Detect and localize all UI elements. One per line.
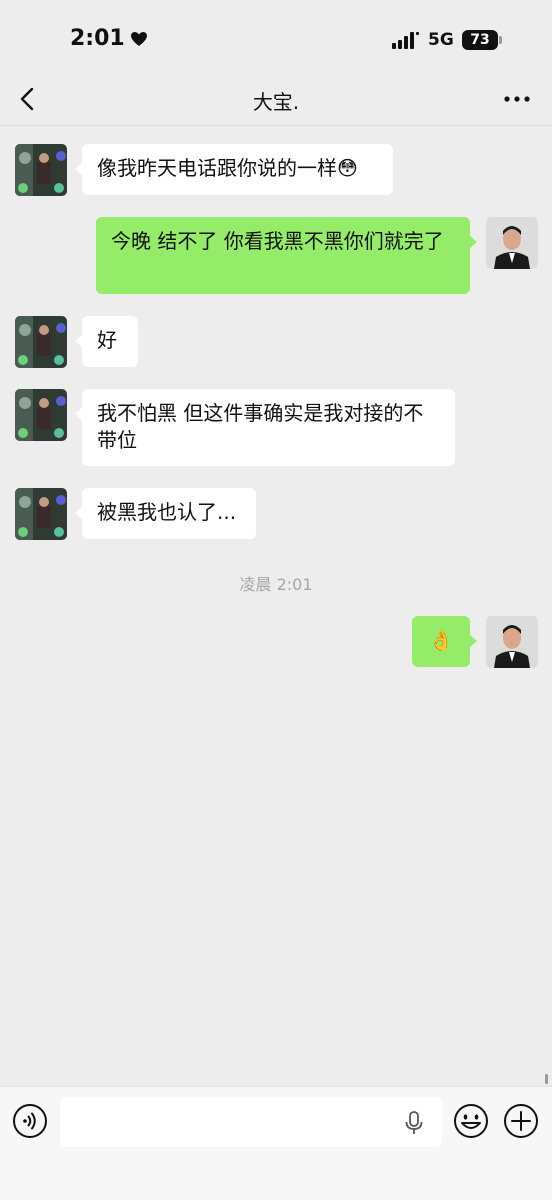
network-type-label: 5G: [428, 30, 454, 50]
my-avatar-image: [486, 616, 538, 668]
message-bubble-incoming[interactable]: 好: [75, 316, 138, 367]
emoji-icon[interactable]: [453, 1103, 489, 1139]
battery-level: 73: [470, 32, 490, 48]
heart-icon: [130, 31, 147, 46]
chat-screen: 2:01 5G 73 大宝. 像我昨天电话跟你说的一样😳 今晚 结不了 你看我黑…: [0, 0, 552, 1200]
contact-avatar-image: [15, 144, 67, 196]
message-bubble-outgoing[interactable]: 👌: [412, 616, 477, 667]
message-bubble-outgoing[interactable]: 今晚 结不了 你看我黑不黑你们就完了: [96, 217, 477, 294]
contact-avatar[interactable]: [15, 144, 67, 196]
message-timestamp: 凌晨 2:01: [239, 575, 313, 594]
scroll-indicator[interactable]: [545, 1074, 548, 1084]
contact-avatar[interactable]: [15, 316, 67, 368]
cellular-signal-icon: [392, 32, 419, 49]
contact-avatar-image: [15, 389, 67, 441]
chat-title: 大宝.: [252, 90, 300, 114]
contact-avatar[interactable]: [15, 488, 67, 540]
voice-icon[interactable]: [12, 1103, 48, 1139]
status-time: 2:01: [70, 26, 148, 51]
nav-bar: 大宝.: [0, 80, 552, 126]
battery-nub: [499, 36, 502, 44]
message-bubble-incoming[interactable]: 被黑我也认了...: [75, 488, 256, 539]
message-input[interactable]: [60, 1097, 442, 1147]
contact-avatar[interactable]: [15, 389, 67, 441]
my-avatar-image: [486, 217, 538, 269]
more-dots-icon[interactable]: [500, 84, 534, 114]
input-bar: [0, 1086, 552, 1200]
contact-avatar-image: [15, 316, 67, 368]
message-bubble-incoming[interactable]: 我不怕黑 但这件事确实是我对接的不带位: [75, 389, 455, 466]
battery-indicator: 73: [462, 30, 498, 50]
plus-icon[interactable]: [503, 1103, 539, 1139]
status-time-text: 2:01: [70, 26, 125, 51]
microphone-icon[interactable]: [404, 1111, 424, 1135]
my-avatar[interactable]: [486, 217, 538, 269]
my-avatar[interactable]: [486, 616, 538, 668]
status-bar: 2:01 5G 73: [0, 0, 552, 80]
message-bubble-incoming[interactable]: 像我昨天电话跟你说的一样😳: [75, 144, 393, 195]
contact-avatar-image: [15, 488, 67, 540]
